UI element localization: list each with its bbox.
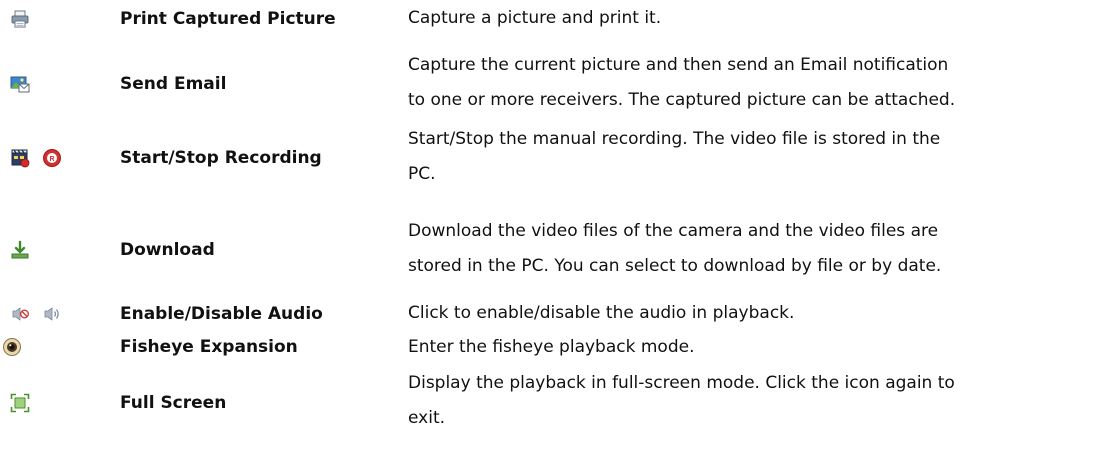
feature-name: Send Email xyxy=(120,74,227,94)
printer-icon[interactable] xyxy=(10,9,30,29)
table-row-full-screen: Full Screen Display the playback in full… xyxy=(0,362,1100,444)
feature-description: Capture the current picture and then sen… xyxy=(408,55,956,110)
table-row-print: Print Captured Picture Capture a picture… xyxy=(0,0,1100,38)
table-row-fisheye: Fisheye Expansion Enter the fisheye play… xyxy=(0,330,1100,364)
feature-description: Display the playback in full-screen mode… xyxy=(408,373,955,428)
feature-name: Fisheye Expansion xyxy=(120,337,298,357)
recording-clapper-icon[interactable] xyxy=(10,148,30,168)
feature-description: Enter the fisheye playback mode. xyxy=(408,337,695,357)
feature-name: Enable/Disable Audio xyxy=(120,304,323,324)
feature-name: Full Screen xyxy=(120,393,227,413)
feature-name: Download xyxy=(120,240,215,260)
feature-name: Print Captured Picture xyxy=(120,9,336,29)
feature-description: Capture a picture and print it. xyxy=(408,8,662,28)
table-row-recording: R Start/Stop Recording Start/Stop the ma… xyxy=(0,122,1100,194)
fullscreen-icon[interactable] xyxy=(10,393,30,413)
feature-table: Print Captured Picture Capture a picture… xyxy=(0,0,1100,452)
feature-description: Click to enable/disable the audio in pla… xyxy=(408,303,795,323)
feature-description: Start/Stop the manual recording. The vid… xyxy=(408,129,941,184)
table-row-send-email: Send Email Capture the current picture a… xyxy=(0,48,1100,120)
fisheye-icon[interactable] xyxy=(2,337,22,357)
svg-text:R: R xyxy=(49,156,54,163)
feature-name: Start/Stop Recording xyxy=(120,148,322,168)
feature-description: Download the video files of the camera a… xyxy=(408,221,942,276)
table-row-audio: Enable/Disable Audio Click to enable/dis… xyxy=(0,295,1100,333)
download-icon[interactable] xyxy=(10,240,30,260)
table-row-download: Download Download the video files of the… xyxy=(0,214,1100,286)
record-button-icon[interactable]: R xyxy=(42,148,62,168)
audio-disabled-icon[interactable] xyxy=(10,304,30,324)
audio-enabled-icon[interactable] xyxy=(42,304,62,324)
email-picture-icon[interactable] xyxy=(10,74,30,94)
